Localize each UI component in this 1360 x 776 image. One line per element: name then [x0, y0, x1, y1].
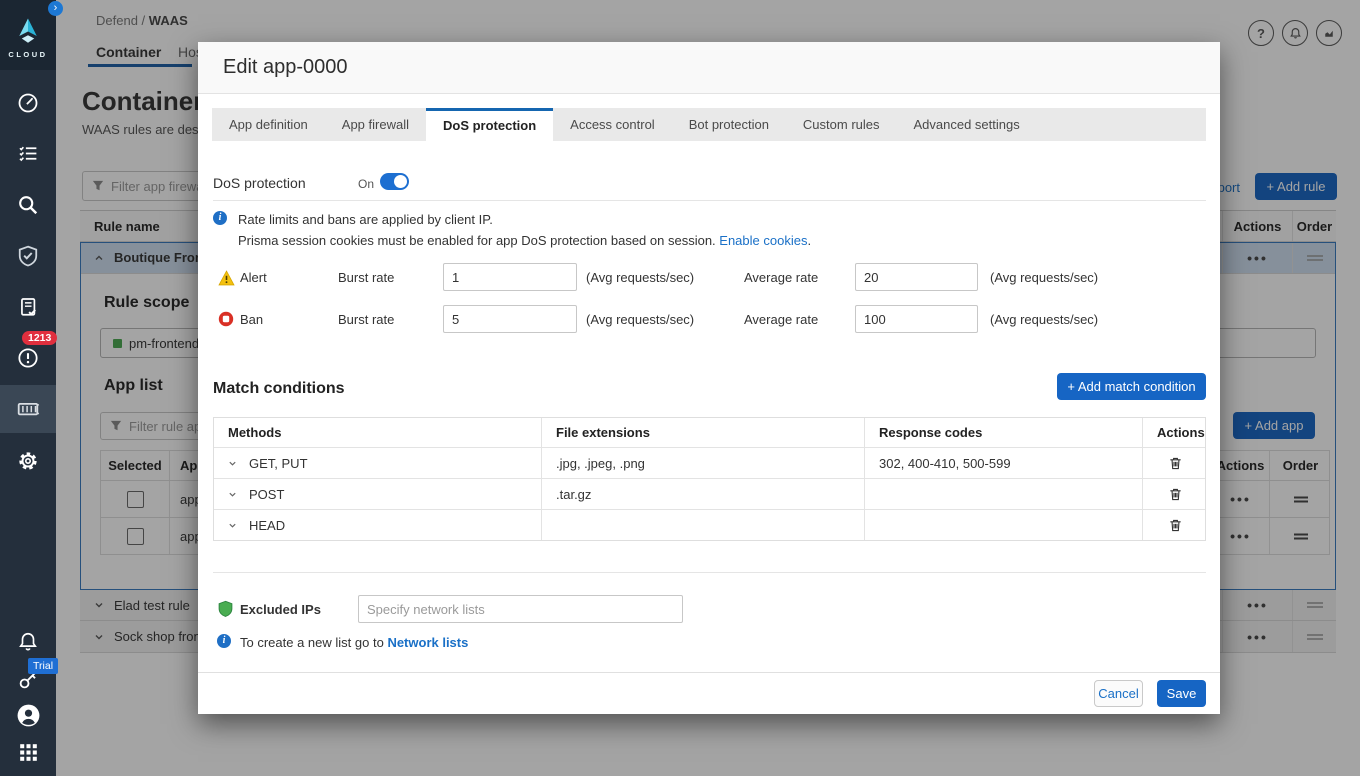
- document-check-icon: [18, 297, 39, 318]
- match-row: HEAD: [214, 509, 1205, 540]
- alerts-badge: 1213: [22, 331, 57, 345]
- rate-limit-info-line2: Prisma session cookies must be enabled f…: [238, 233, 811, 248]
- sidebar-item-apps[interactable]: [0, 730, 56, 774]
- tab-dos-protection[interactable]: DoS protection: [426, 108, 553, 141]
- prisma-cloud-app: Defend / WAAS ? Container Host Container…: [0, 0, 1360, 776]
- match-row: POST .tar.gz: [214, 478, 1205, 509]
- delete-trash-icon[interactable]: [1168, 487, 1183, 502]
- sidebar: CLOUD › 1213 Trial: [0, 0, 56, 776]
- dialog-tab-bar: App definition App firewall DoS protecti…: [212, 108, 1206, 141]
- sidebar-item-search[interactable]: [0, 183, 56, 227]
- average-rate-label: Average rate: [744, 312, 818, 327]
- container-icon: [16, 397, 40, 421]
- rate-limit-info-line1: Rate limits and bans are applied by clie…: [238, 212, 493, 227]
- tab-app-definition[interactable]: App definition: [212, 108, 325, 141]
- network-lists-link[interactable]: Network lists: [387, 635, 468, 650]
- sidebar-item-dashboard[interactable]: [0, 81, 56, 125]
- ban-row-label: Ban: [240, 312, 263, 327]
- expand-chevron-icon[interactable]: [228, 521, 237, 530]
- expand-chevron-icon[interactable]: [228, 490, 237, 499]
- tab-advanced-settings[interactable]: Advanced settings: [897, 108, 1037, 141]
- unit-label: (Avg requests/sec): [586, 270, 694, 285]
- match-table-header: Methods File extensions Response codes A…: [214, 418, 1205, 447]
- match-conditions-table: Methods File extensions Response codes A…: [213, 417, 1206, 541]
- add-match-condition-button[interactable]: + Add match condition: [1057, 373, 1206, 400]
- alert-row-label: Alert: [240, 270, 267, 285]
- excluded-ips-label: Excluded IPs: [240, 602, 321, 617]
- shield-check-icon: [17, 245, 39, 267]
- unit-label: (Avg requests/sec): [990, 312, 1098, 327]
- edit-app-dialog: Edit app-0000 App definition App firewal…: [198, 42, 1220, 714]
- bell-icon: [17, 631, 39, 653]
- sidebar-item-policies[interactable]: [0, 131, 56, 175]
- save-button[interactable]: Save: [1157, 680, 1206, 707]
- enable-cookies-link[interactable]: Enable cookies: [719, 233, 807, 248]
- dialog-header: Edit app-0000: [198, 42, 1220, 94]
- excluded-ips-input[interactable]: [358, 595, 683, 623]
- checklist-icon: [18, 143, 39, 164]
- dos-protection-label: DoS protection: [213, 175, 306, 191]
- delete-trash-icon[interactable]: [1168, 456, 1183, 471]
- ban-icon: [218, 311, 234, 327]
- gauge-icon: [17, 92, 39, 114]
- dialog-title: Edit app-0000: [223, 56, 348, 79]
- sidebar-item-defend[interactable]: [0, 234, 56, 278]
- ban-average-rate-input[interactable]: [855, 305, 978, 333]
- info-icon: i: [217, 634, 231, 648]
- burst-rate-label: Burst rate: [338, 270, 394, 285]
- alert-average-rate-input[interactable]: [855, 263, 978, 291]
- sidebar-expand-button[interactable]: ›: [48, 1, 63, 16]
- dialog-footer: Cancel Save: [198, 672, 1220, 714]
- warning-triangle-icon: [218, 270, 235, 286]
- alert-circle-icon: [17, 347, 39, 369]
- search-icon: [17, 194, 39, 216]
- trial-badge: Trial: [28, 658, 58, 674]
- toggle-state-label: On: [358, 177, 374, 191]
- divider: [213, 200, 1206, 201]
- tab-custom-rules[interactable]: Custom rules: [786, 108, 897, 141]
- unit-label: (Avg requests/sec): [586, 312, 694, 327]
- divider: [213, 572, 1206, 573]
- network-lists-info: To create a new list go to Network lists: [240, 635, 468, 650]
- sidebar-item-settings[interactable]: [0, 439, 56, 483]
- info-icon: i: [213, 211, 227, 225]
- average-rate-label: Average rate: [744, 270, 818, 285]
- apps-grid-icon: [19, 743, 38, 762]
- shield-green-icon: [217, 600, 234, 618]
- match-conditions-title: Match conditions: [213, 380, 345, 398]
- alert-burst-rate-input[interactable]: [443, 263, 577, 291]
- cancel-button[interactable]: Cancel: [1094, 680, 1143, 707]
- ban-burst-rate-input[interactable]: [443, 305, 577, 333]
- sidebar-item-compliance[interactable]: [0, 285, 56, 329]
- match-row: GET, PUT .jpg, .jpeg, .png 302, 400-410,…: [214, 447, 1205, 478]
- expand-chevron-icon[interactable]: [228, 459, 237, 468]
- delete-trash-icon[interactable]: [1168, 518, 1183, 533]
- tab-bot-protection[interactable]: Bot protection: [672, 108, 786, 141]
- dos-protection-toggle[interactable]: [380, 173, 409, 190]
- sidebar-item-containers[interactable]: [0, 387, 56, 431]
- tab-access-control[interactable]: Access control: [553, 108, 672, 141]
- unit-label: (Avg requests/sec): [990, 270, 1098, 285]
- user-avatar-icon: [17, 704, 40, 727]
- tab-app-firewall[interactable]: App firewall: [325, 108, 426, 141]
- gear-icon: [17, 450, 39, 472]
- burst-rate-label: Burst rate: [338, 312, 394, 327]
